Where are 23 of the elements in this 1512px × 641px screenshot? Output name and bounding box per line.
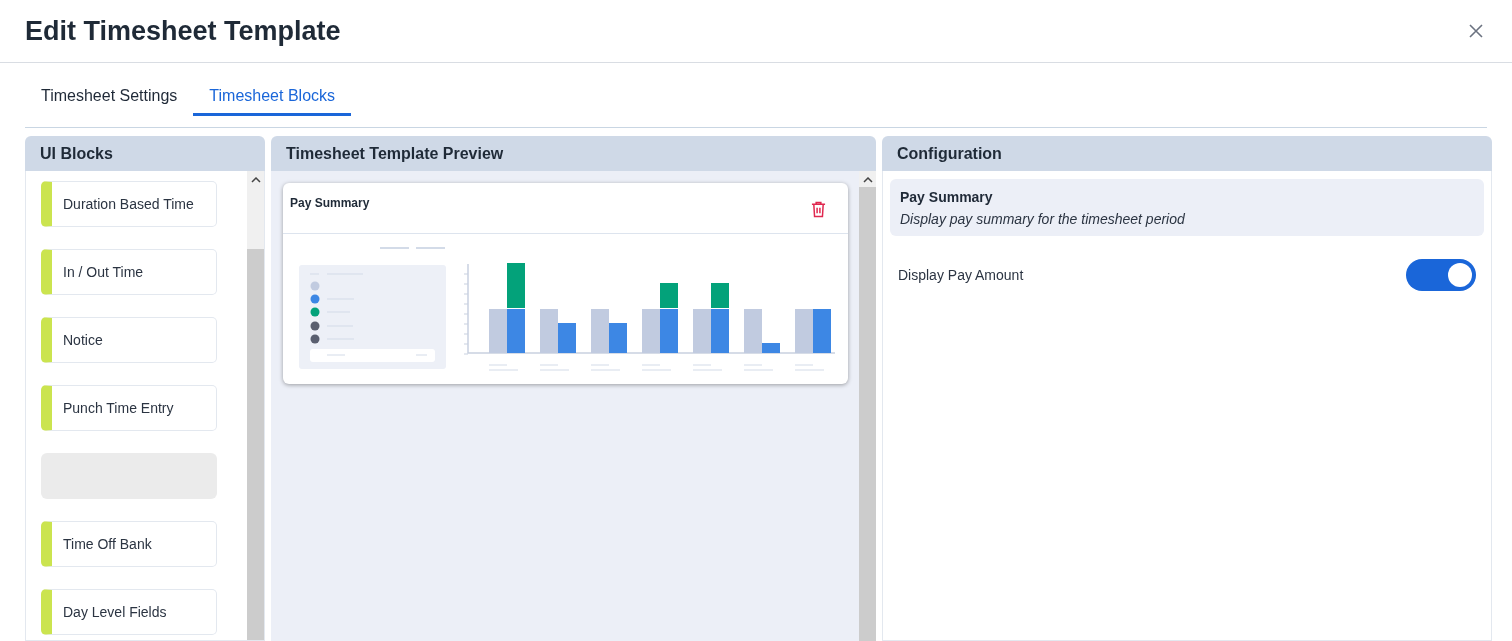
block-description: Display pay summary for the timesheet period [900,211,1186,227]
tab[interactable]: Timesheet Settings [25,79,194,116]
panel-header: Configuration [882,136,1492,171]
close-icon[interactable] [1468,23,1484,39]
block-title: Pay Summary [900,189,994,205]
ui-block-item[interactable]: Day Level Fields [41,589,217,635]
ui-block-item[interactable]: Time Off Bank [41,521,217,567]
ui-block-item[interactable]: Duration Based Time [41,181,217,227]
card-title: Pay Summary [290,196,370,210]
ui-block-item[interactable]: Notice [41,317,217,363]
scroll-up-icon[interactable] [250,177,261,183]
scrollbar-thumb[interactable] [247,249,264,640]
tab[interactable]: Timesheet Blocks [193,79,352,116]
ui-block-item[interactable]: Punch Time Entry [41,385,217,431]
dialog-title: Edit Timesheet Template [25,15,341,47]
trash-icon[interactable] [811,201,826,218]
scrollbar-thumb[interactable] [859,187,876,641]
panel-header: UI Blocks [25,136,265,171]
option-label: Display Pay Amount [898,267,1024,283]
ui-block-item[interactable]: In / Out Time [41,249,217,295]
scroll-up-icon[interactable] [862,177,873,183]
panel-header: Timesheet Template Preview [271,136,876,171]
toggle-switch[interactable] [1406,259,1476,291]
